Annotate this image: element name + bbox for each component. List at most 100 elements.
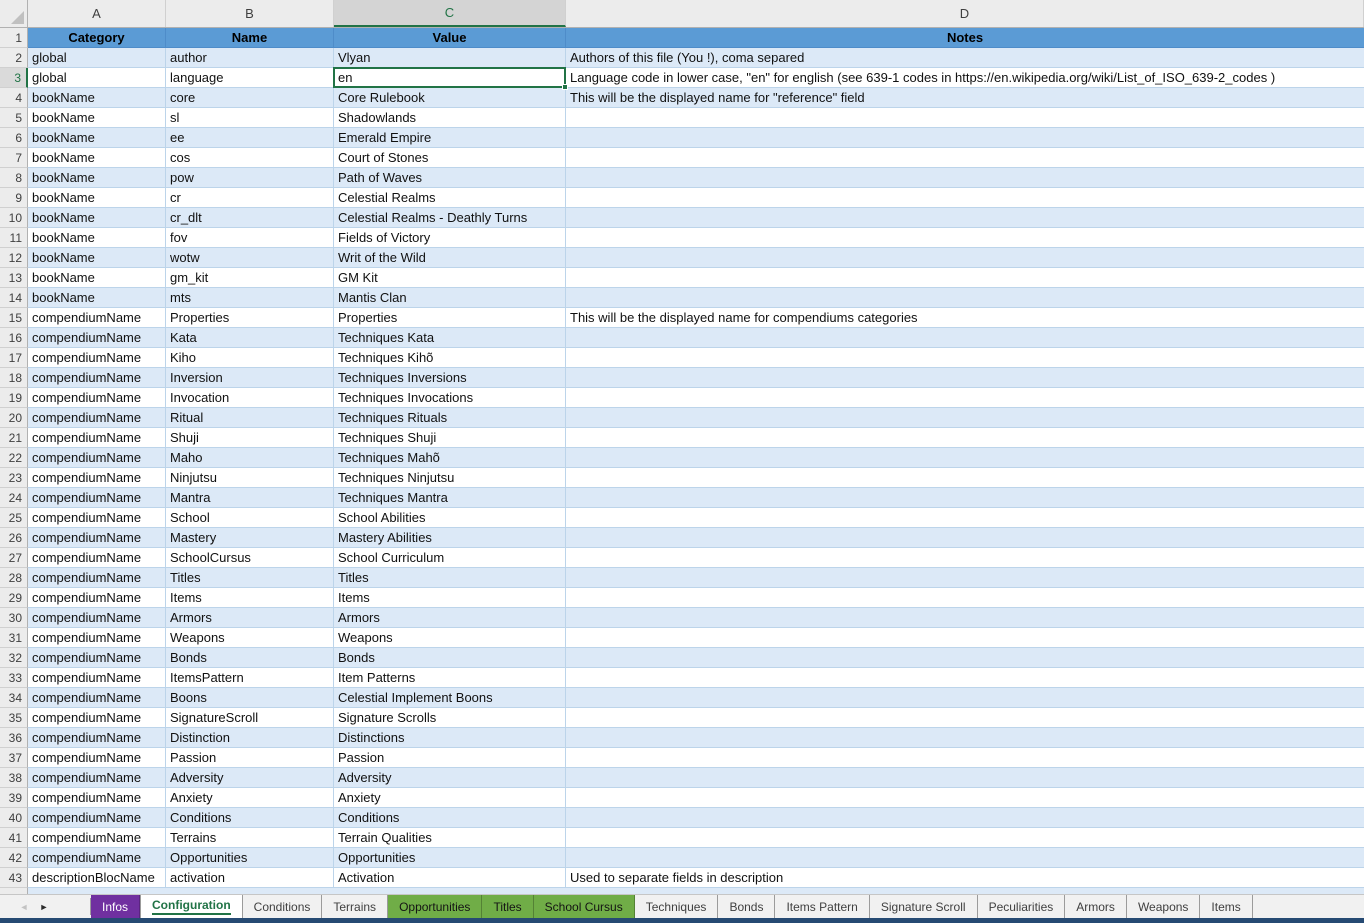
cell-B37[interactable]: Passion <box>166 748 334 768</box>
row-header-16[interactable]: 16 <box>0 328 28 348</box>
cell-A22[interactable]: compendiumName <box>28 448 166 468</box>
cell-A7[interactable]: bookName <box>28 148 166 168</box>
cell-B27[interactable]: SchoolCursus <box>166 548 334 568</box>
row-header-27[interactable]: 27 <box>0 548 28 568</box>
cell-B17[interactable]: Kiho <box>166 348 334 368</box>
row-header-23[interactable]: 23 <box>0 468 28 488</box>
cell-C12[interactable]: Writ of the Wild <box>334 248 566 268</box>
cell-A2[interactable]: global <box>28 48 166 68</box>
cell-B29[interactable]: Items <box>166 588 334 608</box>
row-header-11[interactable]: 11 <box>0 228 28 248</box>
cell-C37[interactable]: Passion <box>334 748 566 768</box>
cell-A35[interactable]: compendiumName <box>28 708 166 728</box>
cell-B22[interactable]: Maho <box>166 448 334 468</box>
row-header-13[interactable]: 13 <box>0 268 28 288</box>
column-header-a[interactable]: A <box>28 0 166 27</box>
cell-B4[interactable]: core <box>166 88 334 108</box>
cell-B25[interactable]: School <box>166 508 334 528</box>
cell-A13[interactable]: bookName <box>28 268 166 288</box>
cell-B42[interactable]: Opportunities <box>166 848 334 868</box>
cell-C29[interactable]: Items <box>334 588 566 608</box>
cell-D37[interactable] <box>566 748 1364 768</box>
cell-B18[interactable]: Inversion <box>166 368 334 388</box>
cell-C25[interactable]: School Abilities <box>334 508 566 528</box>
cell-A37[interactable]: compendiumName <box>28 748 166 768</box>
row-header-1[interactable]: 1 <box>0 28 28 48</box>
cell-A6[interactable]: bookName <box>28 128 166 148</box>
cell-C21[interactable]: Techniques Shuji <box>334 428 566 448</box>
row-header-2[interactable]: 2 <box>0 48 28 68</box>
cell-B43[interactable]: activation <box>166 868 334 888</box>
cell-C39[interactable]: Anxiety <box>334 788 566 808</box>
cell-D27[interactable] <box>566 548 1364 568</box>
cell-D32[interactable] <box>566 648 1364 668</box>
row-header-43[interactable]: 43 <box>0 868 28 888</box>
cell-A23[interactable]: compendiumName <box>28 468 166 488</box>
sheet-tab-terrains[interactable]: Terrains <box>322 895 388 918</box>
cell-C31[interactable]: Weapons <box>334 628 566 648</box>
cell-D31[interactable] <box>566 628 1364 648</box>
cell-C6[interactable]: Emerald Empire <box>334 128 566 148</box>
cell-D38[interactable] <box>566 768 1364 788</box>
cell-B7[interactable]: cos <box>166 148 334 168</box>
cell-B36[interactable]: Distinction <box>166 728 334 748</box>
cell-D40[interactable] <box>566 808 1364 828</box>
cell-A30[interactable]: compendiumName <box>28 608 166 628</box>
row-header-26[interactable]: 26 <box>0 528 28 548</box>
cell-A36[interactable]: compendiumName <box>28 728 166 748</box>
cell-B16[interactable]: Kata <box>166 328 334 348</box>
cell-A28[interactable]: compendiumName <box>28 568 166 588</box>
cell-B14[interactable]: mts <box>166 288 334 308</box>
cell-B23[interactable]: Ninjutsu <box>166 468 334 488</box>
cell-A43[interactable]: descriptionBlocName <box>28 868 166 888</box>
cell-B28[interactable]: Titles <box>166 568 334 588</box>
cell-D33[interactable] <box>566 668 1364 688</box>
cell-A41[interactable]: compendiumName <box>28 828 166 848</box>
cell-B11[interactable]: fov <box>166 228 334 248</box>
cell-A42[interactable]: compendiumName <box>28 848 166 868</box>
tab-scroll-right-icon[interactable]: ► <box>34 895 54 918</box>
row-header-24[interactable]: 24 <box>0 488 28 508</box>
cell-D15[interactable]: This will be the displayed name for comp… <box>566 308 1364 328</box>
row-header-10[interactable]: 10 <box>0 208 28 228</box>
row-header-19[interactable]: 19 <box>0 388 28 408</box>
cell-C2[interactable]: Vlyan <box>334 48 566 68</box>
cell-A32[interactable]: compendiumName <box>28 648 166 668</box>
cell-B6[interactable]: ee <box>166 128 334 148</box>
sheet-tab-signature-scroll[interactable]: Signature Scroll <box>870 895 978 918</box>
cell-D41[interactable] <box>566 828 1364 848</box>
sheet-tab-items[interactable]: Items <box>1200 895 1252 918</box>
cell-D42[interactable] <box>566 848 1364 868</box>
row-header-14[interactable]: 14 <box>0 288 28 308</box>
cell-A8[interactable]: bookName <box>28 168 166 188</box>
row-header-12[interactable]: 12 <box>0 248 28 268</box>
cell-A10[interactable]: bookName <box>28 208 166 228</box>
cell-D36[interactable] <box>566 728 1364 748</box>
cell-C11[interactable]: Fields of Victory <box>334 228 566 248</box>
row-header-36[interactable]: 36 <box>0 728 28 748</box>
cell-D11[interactable] <box>566 228 1364 248</box>
cell-C34[interactable]: Celestial Implement Boons <box>334 688 566 708</box>
sheet-tab-weapons[interactable]: Weapons <box>1127 895 1200 918</box>
cell-D18[interactable] <box>566 368 1364 388</box>
cell-C28[interactable]: Titles <box>334 568 566 588</box>
cell-C42[interactable]: Opportunities <box>334 848 566 868</box>
cell-A39[interactable]: compendiumName <box>28 788 166 808</box>
cell-A20[interactable]: compendiumName <box>28 408 166 428</box>
cell-B34[interactable]: Boons <box>166 688 334 708</box>
cell-C43[interactable]: Activation <box>334 868 566 888</box>
cell-B26[interactable]: Mastery <box>166 528 334 548</box>
select-all-button[interactable] <box>0 0 28 27</box>
cell-C23[interactable]: Techniques Ninjutsu <box>334 468 566 488</box>
cell-A33[interactable]: compendiumName <box>28 668 166 688</box>
row-header-17[interactable]: 17 <box>0 348 28 368</box>
cell-C24[interactable]: Techniques Mantra <box>334 488 566 508</box>
cell-B3[interactable]: language <box>166 68 334 88</box>
sheet-tab-techniques[interactable]: Techniques <box>635 895 719 918</box>
cell-C33[interactable]: Item Patterns <box>334 668 566 688</box>
cell-D22[interactable] <box>566 448 1364 468</box>
cell-C22[interactable]: Techniques Mahõ <box>334 448 566 468</box>
cell-C40[interactable]: Conditions <box>334 808 566 828</box>
cell-C7[interactable]: Court of Stones <box>334 148 566 168</box>
row-header-7[interactable]: 7 <box>0 148 28 168</box>
